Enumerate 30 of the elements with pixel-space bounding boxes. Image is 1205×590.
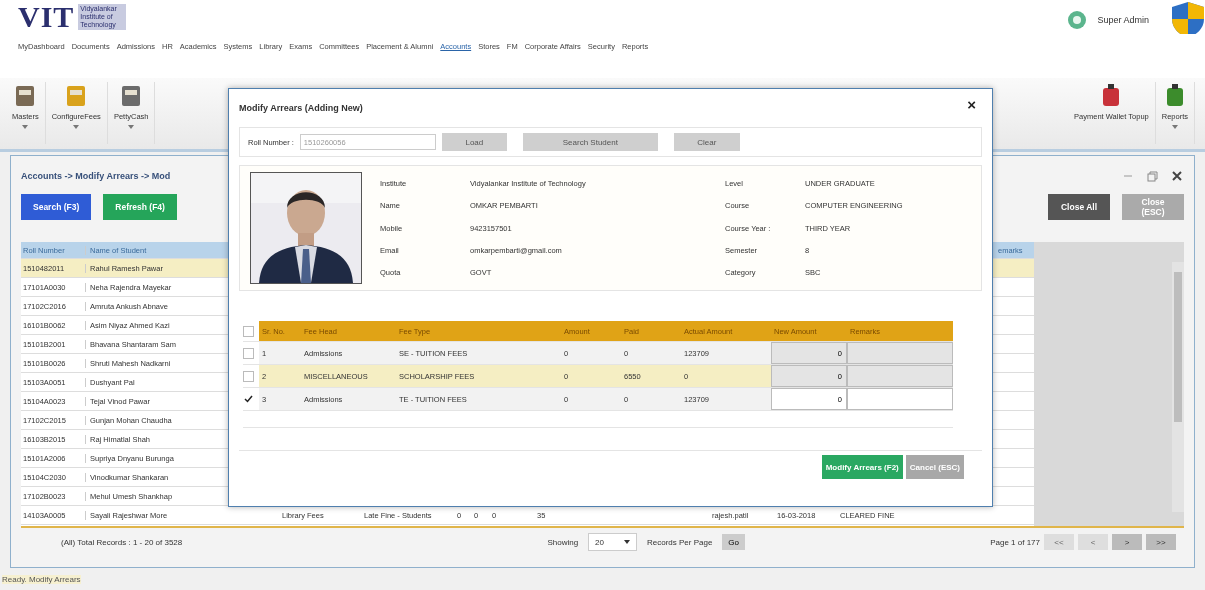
page-button[interactable]: >>	[1146, 534, 1176, 550]
toolbar-button[interactable]: Search (F3)	[21, 194, 92, 220]
remarks-field[interactable]	[847, 388, 953, 410]
dialog-button[interactable]: Search Student	[522, 133, 658, 151]
dialog-button[interactable]: Clear	[673, 133, 740, 151]
checkbox[interactable]	[243, 325, 254, 337]
breadcrumb: Accounts -> Modify Arrears -> Mod	[21, 171, 171, 181]
toolbar-button[interactable]: Close All	[1048, 194, 1110, 220]
scrollbar[interactable]	[1172, 262, 1184, 512]
dialog-title: Modify Arrears (Adding New)	[239, 103, 363, 113]
record-count: (All) Total Records : 1 - 20 of 3528	[61, 537, 183, 547]
close-icon[interactable]	[1172, 171, 1182, 181]
go-button[interactable]: Go	[722, 534, 746, 550]
page-size-select[interactable]: 20	[588, 533, 637, 551]
showing-label: Showing	[547, 537, 579, 547]
remarks-field[interactable]	[847, 365, 953, 387]
user-name[interactable]: Super Admin	[1097, 15, 1149, 25]
status-text: Ready. Modify Arrears	[2, 574, 81, 584]
checkbox[interactable]	[243, 347, 254, 359]
close-button[interactable]: ×	[961, 95, 982, 121]
restore-icon[interactable]	[1147, 170, 1158, 182]
logo-text: VIT	[18, 2, 75, 32]
remarks-field[interactable]	[847, 342, 953, 364]
page-indicator: Page 1 of 177	[990, 537, 1040, 547]
checkbox[interactable]	[243, 370, 254, 382]
page-button[interactable]: >	[1112, 534, 1142, 550]
dialog-button[interactable]: Load	[441, 133, 507, 151]
per-page-label: Records Per Page	[647, 537, 713, 547]
notification-icon[interactable]	[1067, 10, 1088, 30]
caret-icon[interactable]	[624, 540, 630, 544]
